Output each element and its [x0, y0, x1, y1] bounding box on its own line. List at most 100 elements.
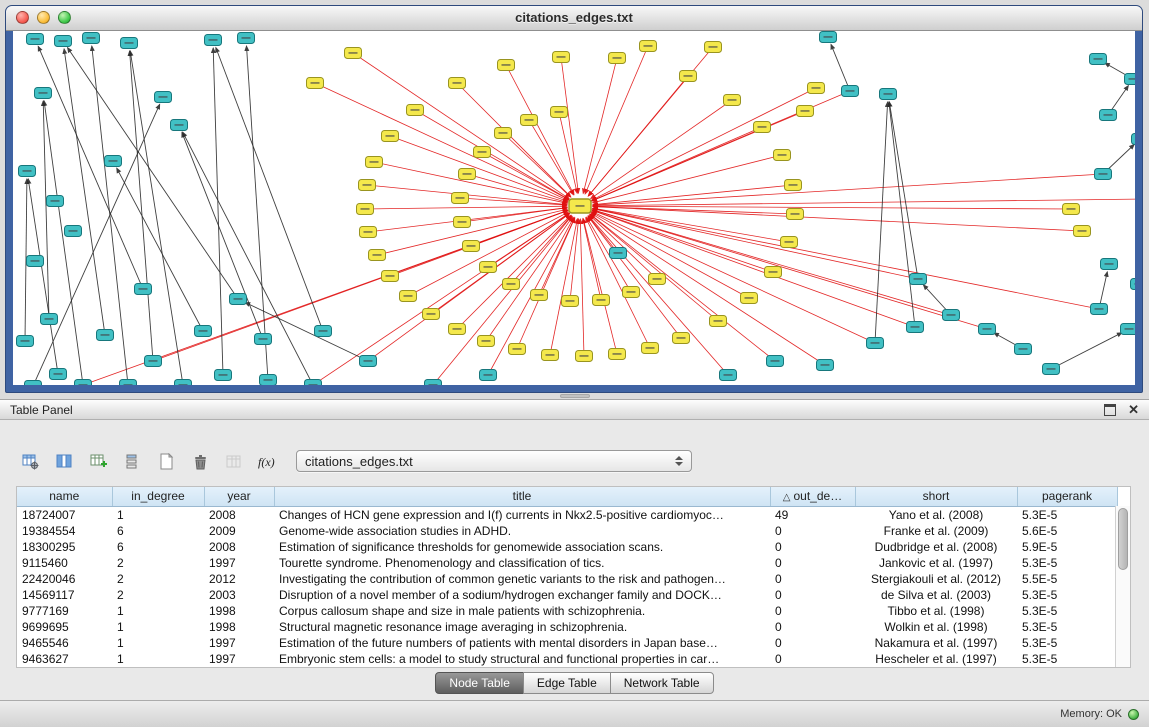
graph-node[interactable]	[576, 351, 593, 362]
graph-node[interactable]	[741, 293, 758, 304]
column-header-title[interactable]: title	[274, 487, 770, 506]
graph-node[interactable]	[765, 267, 782, 278]
graph-node[interactable]	[452, 193, 469, 204]
graph-node[interactable]	[531, 290, 548, 301]
graph-node[interactable]	[593, 295, 610, 306]
network-canvas[interactable]	[13, 31, 1135, 385]
graph-node[interactable]	[400, 291, 417, 302]
graph-node[interactable]	[1063, 204, 1080, 215]
graph-node[interactable]	[97, 330, 114, 341]
graph-node[interactable]	[623, 287, 640, 298]
graph-node[interactable]	[495, 128, 512, 139]
graph-node[interactable]	[315, 326, 332, 337]
graph-node[interactable]	[503, 279, 520, 290]
graph-node[interactable]	[680, 71, 697, 82]
graph-node[interactable]	[359, 180, 376, 191]
graph-node[interactable]	[382, 271, 399, 282]
graph-node[interactable]	[238, 33, 255, 44]
table-row[interactable]: 969969511998Structural magnetic resonanc…	[17, 619, 1117, 635]
graph-node[interactable]	[83, 33, 100, 44]
graph-node[interactable]	[943, 310, 960, 321]
tab-network-table[interactable]: Network Table	[610, 672, 714, 694]
graph-node[interactable]	[27, 256, 44, 267]
graph-node[interactable]	[498, 60, 515, 71]
graph-node[interactable]	[41, 314, 58, 325]
graph-node[interactable]	[50, 369, 67, 380]
graph-node[interactable]	[449, 324, 466, 335]
graph-node[interactable]	[345, 48, 362, 59]
graph-node[interactable]	[1125, 74, 1136, 85]
graph-node[interactable]	[754, 122, 771, 133]
column-header-pagerank[interactable]: pagerank	[1017, 487, 1117, 506]
table-source-dropdown[interactable]: citations_edges.txt	[296, 450, 692, 472]
graph-node[interactable]	[205, 35, 222, 46]
graph-node[interactable]	[305, 380, 322, 386]
graph-node[interactable]	[710, 316, 727, 327]
graph-node[interactable]	[55, 36, 72, 47]
graph-node[interactable]	[1131, 279, 1136, 290]
graph-node[interactable]	[145, 356, 162, 367]
row-options-button[interactable]	[118, 448, 146, 474]
graph-node[interactable]	[781, 237, 798, 248]
graph-node[interactable]	[17, 336, 34, 347]
table-row[interactable]: 1872400712008Changes of HCN gene express…	[17, 506, 1117, 523]
graph-node[interactable]	[360, 356, 377, 367]
table-row[interactable]: 1456911722003Disruption of a novel membe…	[17, 587, 1117, 603]
table-mode-button[interactable]	[16, 448, 44, 474]
table-row[interactable]: 2242004622012Investigating the contribut…	[17, 571, 1117, 587]
graph-node[interactable]	[1100, 110, 1117, 121]
graph-node[interactable]	[407, 105, 424, 116]
memory-status[interactable]: Memory: OK	[1060, 708, 1139, 720]
column-header-year[interactable]: year	[204, 487, 274, 506]
graph-node[interactable]	[609, 349, 626, 360]
graph-node[interactable]	[1132, 134, 1136, 145]
graph-node[interactable]	[195, 326, 212, 337]
graph-node[interactable]	[35, 88, 52, 99]
graph-node[interactable]	[260, 375, 277, 386]
column-header-name[interactable]: name	[17, 487, 112, 506]
graph-node[interactable]	[787, 209, 804, 220]
graph-node[interactable]	[105, 156, 122, 167]
graph-node[interactable]	[135, 284, 152, 295]
graph-node[interactable]	[1015, 344, 1032, 355]
graph-node[interactable]	[1101, 259, 1118, 270]
graph-node[interactable]	[75, 380, 92, 386]
graph-node[interactable]	[910, 274, 927, 285]
float-panel-icon[interactable]	[1104, 404, 1116, 416]
graph-node[interactable]	[774, 150, 791, 161]
graph-node[interactable]	[767, 356, 784, 367]
graph-node[interactable]	[255, 334, 272, 345]
graph-node[interactable]	[797, 106, 814, 117]
graph-node[interactable]	[307, 78, 324, 89]
graph-node[interactable]	[720, 370, 737, 381]
graph-node[interactable]	[609, 53, 626, 64]
graph-node[interactable]	[369, 250, 386, 261]
graph-node[interactable]	[480, 262, 497, 273]
graph-node[interactable]	[155, 92, 172, 103]
column-header-in_degree[interactable]: in_degree	[112, 487, 204, 506]
graph-node[interactable]	[360, 227, 377, 238]
table-row[interactable]: 946554611997Estimation of the future num…	[17, 635, 1117, 651]
graph-node[interactable]	[47, 196, 64, 207]
graph-node[interactable]	[121, 38, 138, 49]
graph-node[interactable]	[65, 226, 82, 237]
graph-node[interactable]	[509, 344, 526, 355]
graph-node[interactable]	[562, 296, 579, 307]
new-column-button[interactable]	[84, 448, 112, 474]
graph-node[interactable]	[366, 157, 383, 168]
graph-node[interactable]	[474, 147, 491, 158]
graph-node[interactable]	[569, 199, 591, 213]
graph-node[interactable]	[19, 166, 36, 177]
graph-node[interactable]	[521, 115, 538, 126]
graph-node[interactable]	[171, 120, 188, 131]
graph-node[interactable]	[642, 343, 659, 354]
column-header-out_de[interactable]: △out_de…	[770, 487, 855, 506]
graph-node[interactable]	[1090, 54, 1107, 65]
graph-node[interactable]	[478, 336, 495, 347]
graph-node[interactable]	[459, 169, 476, 180]
graph-node[interactable]	[454, 217, 471, 228]
graph-node[interactable]	[1074, 226, 1091, 237]
graph-node[interactable]	[1095, 169, 1112, 180]
graph-node[interactable]	[842, 86, 859, 97]
new-file-button[interactable]	[152, 448, 180, 474]
